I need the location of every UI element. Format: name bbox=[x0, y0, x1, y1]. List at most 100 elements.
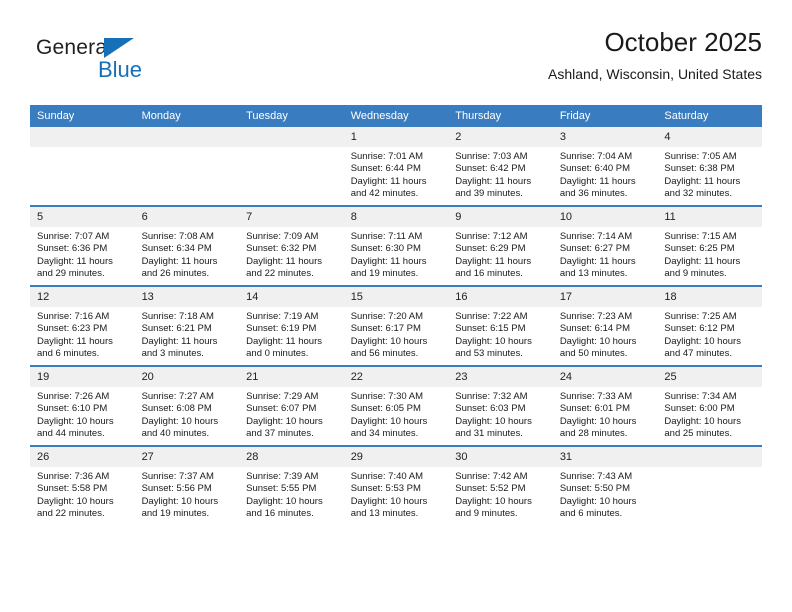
day-number: 23 bbox=[448, 367, 553, 387]
day-details: Sunrise: 7:20 AM Sunset: 6:17 PM Daylight:… bbox=[344, 307, 449, 361]
day-details: Sunrise: 7:11 AM Sunset: 6:30 PM Daylight:… bbox=[344, 227, 449, 281]
daylight-text: Daylight: 11 hours and 32 minutes. bbox=[664, 175, 741, 200]
sunrise-text: Sunrise: 7:26 AM bbox=[37, 391, 110, 402]
calendar-day-cell[interactable]: 10 Sunrise: 7:14 AM Sunset: 6:27 PM Dayligh… bbox=[552, 205, 658, 286]
daylight-text: Daylight: 10 hours and 44 minutes. bbox=[37, 415, 114, 440]
sunrise-text: Sunrise: 7:12 AM bbox=[455, 231, 528, 242]
day-details: Sunrise: 7:18 AM Sunset: 6:21 PM Daylight:… bbox=[135, 307, 240, 361]
weekday-header-saturday: Saturday bbox=[657, 105, 762, 127]
calendar-day-cell[interactable]: 4 Sunrise: 7:05 AM Sunset: 6:38 PM Daylight… bbox=[657, 127, 762, 206]
sunset-text: Sunset: 6:19 PM bbox=[246, 323, 317, 335]
calendar-day-cell[interactable]: 25 Sunrise: 7:34 AM Sunset: 6:00 PM Dayligh… bbox=[657, 365, 762, 446]
calendar-day-cell[interactable]: 17 Sunrise: 7:23 AM Sunset: 6:14 PM Dayligh… bbox=[552, 285, 658, 366]
calendar-day-cell[interactable]: 3 Sunrise: 7:04 AM Sunset: 6:40 PM Daylight… bbox=[552, 127, 658, 206]
calendar-day-cell[interactable]: 18 Sunrise: 7:25 AM Sunset: 6:12 PM Dayligh… bbox=[657, 285, 762, 366]
day-number: 29 bbox=[343, 447, 449, 467]
title-block: October 2025 Ashland, Wisconsin, United … bbox=[548, 26, 762, 84]
calendar-day-cell[interactable]: 24 Sunrise: 7:33 AM Sunset: 6:01 PM Dayligh… bbox=[552, 365, 658, 446]
day-details: Sunrise: 7:29 AM Sunset: 6:07 PM Daylight:… bbox=[239, 387, 344, 441]
calendar-day-cell[interactable]: 8 Sunrise: 7:11 AM Sunset: 6:30 PM Daylight… bbox=[343, 205, 449, 286]
calendar-day-cell[interactable]: 11 Sunrise: 7:15 AM Sunset: 6:25 PM Dayligh… bbox=[657, 205, 762, 286]
day-number: 26 bbox=[30, 447, 135, 467]
day-number: 10 bbox=[552, 207, 658, 227]
calendar-day-cell[interactable]: 7 Sunrise: 7:09 AM Sunset: 6:32 PM Daylight… bbox=[239, 205, 344, 286]
day-details: Sunrise: 7:27 AM Sunset: 6:08 PM Daylight:… bbox=[135, 387, 240, 441]
calendar-day-cell[interactable]: 6 Sunrise: 7:08 AM Sunset: 6:34 PM Daylight… bbox=[134, 205, 240, 286]
calendar-day-cell[interactable]: 28 Sunrise: 7:39 AM Sunset: 5:55 PM Dayligh… bbox=[239, 445, 344, 525]
day-number: 13 bbox=[134, 287, 240, 307]
sunset-text: Sunset: 6:30 PM bbox=[350, 243, 421, 255]
calendar-day-cell[interactable]: 29 Sunrise: 7:40 AM Sunset: 5:53 PM Dayligh… bbox=[343, 445, 449, 525]
calendar-day-cell[interactable]: 2 Sunrise: 7:03 AM Sunset: 6:42 PM Daylight… bbox=[448, 127, 553, 206]
sunset-text: Sunset: 6:42 PM bbox=[455, 163, 526, 175]
day-number: 8 bbox=[343, 207, 449, 227]
day-number: 19 bbox=[30, 367, 135, 387]
sunset-text: Sunset: 6:32 PM bbox=[246, 243, 317, 255]
calendar-day-cell[interactable]: 31 Sunrise: 7:43 AM Sunset: 5:50 PM Dayligh… bbox=[552, 445, 658, 525]
calendar-empty-cell bbox=[134, 127, 240, 206]
calendar-day-cell[interactable]: 1 Sunrise: 7:01 AM Sunset: 6:44 PM Daylight… bbox=[343, 127, 449, 206]
day-number bbox=[239, 127, 344, 147]
day-number bbox=[134, 127, 240, 147]
general-blue-logo[interactable]: General Blue bbox=[36, 36, 236, 92]
calendar-week-row: 12 Sunrise: 7:16 AM Sunset: 6:23 PM Dayligh… bbox=[30, 285, 762, 366]
calendar-body: 1 Sunrise: 7:01 AM Sunset: 6:44 PM Daylight… bbox=[30, 127, 762, 525]
sunset-text: Sunset: 6:21 PM bbox=[141, 323, 212, 335]
calendar-day-cell[interactable]: 16 Sunrise: 7:22 AM Sunset: 6:15 PM Dayligh… bbox=[448, 285, 553, 366]
day-details: Sunrise: 7:05 AM Sunset: 6:38 PM Daylight:… bbox=[657, 147, 762, 201]
calendar-day-cell[interactable]: 5 Sunrise: 7:07 AM Sunset: 6:36 PM Daylight… bbox=[30, 205, 135, 286]
sunrise-text: Sunrise: 7:01 AM bbox=[350, 151, 424, 162]
calendar-day-cell[interactable]: 23 Sunrise: 7:32 AM Sunset: 6:03 PM Dayligh… bbox=[448, 365, 553, 446]
sunset-text: Sunset: 6:08 PM bbox=[141, 403, 212, 415]
sunset-text: Sunset: 5:55 PM bbox=[246, 483, 317, 495]
sunset-text: Sunset: 6:01 PM bbox=[559, 403, 631, 415]
day-number: 31 bbox=[552, 447, 658, 467]
sunrise-text: Sunrise: 7:43 AM bbox=[559, 471, 633, 482]
day-details: Sunrise: 7:26 AM Sunset: 6:10 PM Daylight:… bbox=[30, 387, 135, 441]
daylight-text: Daylight: 11 hours and 9 minutes. bbox=[664, 255, 741, 280]
calendar-day-cell[interactable]: 30 Sunrise: 7:42 AM Sunset: 5:52 PM Dayligh… bbox=[448, 445, 553, 525]
sunset-text: Sunset: 6:27 PM bbox=[559, 243, 631, 255]
day-number: 21 bbox=[239, 367, 344, 387]
day-details: Sunrise: 7:04 AM Sunset: 6:40 PM Daylight:… bbox=[553, 147, 658, 201]
calendar-day-cell[interactable]: 27 Sunrise: 7:37 AM Sunset: 5:56 PM Dayligh… bbox=[134, 445, 240, 525]
daylight-text: Daylight: 11 hours and 39 minutes. bbox=[455, 175, 532, 200]
sunset-text: Sunset: 6:29 PM bbox=[455, 243, 526, 255]
calendar-day-cell[interactable]: 15 Sunrise: 7:20 AM Sunset: 6:17 PM Dayligh… bbox=[343, 285, 449, 366]
calendar-week-row: 1 Sunrise: 7:01 AM Sunset: 6:44 PM Daylight… bbox=[30, 127, 762, 206]
sunset-text: Sunset: 6:36 PM bbox=[37, 243, 108, 255]
sunrise-text: Sunrise: 7:14 AM bbox=[559, 231, 633, 242]
day-details: Sunrise: 7:07 AM Sunset: 6:36 PM Daylight:… bbox=[30, 227, 135, 281]
day-details: Sunrise: 7:43 AM Sunset: 5:50 PM Daylight:… bbox=[553, 467, 658, 521]
sunrise-text: Sunrise: 7:33 AM bbox=[559, 391, 633, 402]
sunset-text: Sunset: 6:10 PM bbox=[37, 403, 108, 415]
calendar-day-cell[interactable]: 9 Sunrise: 7:12 AM Sunset: 6:29 PM Daylight… bbox=[448, 205, 553, 286]
day-details: Sunrise: 7:14 AM Sunset: 6:27 PM Daylight:… bbox=[553, 227, 658, 281]
daylight-text: Daylight: 10 hours and 6 minutes. bbox=[559, 495, 637, 520]
day-number: 30 bbox=[448, 447, 553, 467]
day-details: Sunrise: 7:08 AM Sunset: 6:34 PM Daylight:… bbox=[135, 227, 240, 281]
calendar-week-row: 26 Sunrise: 7:36 AM Sunset: 5:58 PM Dayligh… bbox=[30, 445, 762, 525]
calendar-page: General Blue October 2025 Ashland, Wisco… bbox=[0, 0, 792, 612]
calendar-empty-cell bbox=[30, 127, 135, 206]
calendar-day-cell[interactable]: 14 Sunrise: 7:19 AM Sunset: 6:19 PM Dayligh… bbox=[239, 285, 344, 366]
day-number: 24 bbox=[552, 367, 658, 387]
sunrise-text: Sunrise: 7:09 AM bbox=[246, 231, 319, 242]
day-number bbox=[657, 447, 762, 467]
day-number: 12 bbox=[30, 287, 135, 307]
day-number: 14 bbox=[239, 287, 344, 307]
day-details: Sunrise: 7:37 AM Sunset: 5:56 PM Daylight:… bbox=[135, 467, 240, 521]
sunset-text: Sunset: 5:58 PM bbox=[37, 483, 108, 495]
calendar-day-cell[interactable]: 26 Sunrise: 7:36 AM Sunset: 5:58 PM Dayligh… bbox=[30, 445, 135, 525]
calendar-day-cell[interactable]: 21 Sunrise: 7:29 AM Sunset: 6:07 PM Dayligh… bbox=[239, 365, 344, 446]
sunset-text: Sunset: 6:00 PM bbox=[664, 403, 735, 415]
calendar-day-cell[interactable]: 13 Sunrise: 7:18 AM Sunset: 6:21 PM Dayligh… bbox=[134, 285, 240, 366]
calendar-day-cell[interactable]: 19 Sunrise: 7:26 AM Sunset: 6:10 PM Dayligh… bbox=[30, 365, 135, 446]
calendar-day-cell[interactable]: 12 Sunrise: 7:16 AM Sunset: 6:23 PM Dayligh… bbox=[30, 285, 135, 366]
daylight-text: Daylight: 11 hours and 16 minutes. bbox=[455, 255, 532, 280]
calendar-day-cell[interactable]: 20 Sunrise: 7:27 AM Sunset: 6:08 PM Dayligh… bbox=[134, 365, 240, 446]
sunrise-text: Sunrise: 7:30 AM bbox=[350, 391, 424, 402]
calendar-empty-cell bbox=[657, 445, 762, 525]
calendar-day-cell[interactable]: 22 Sunrise: 7:30 AM Sunset: 6:05 PM Dayligh… bbox=[343, 365, 449, 446]
sunrise-text: Sunrise: 7:27 AM bbox=[141, 391, 214, 402]
